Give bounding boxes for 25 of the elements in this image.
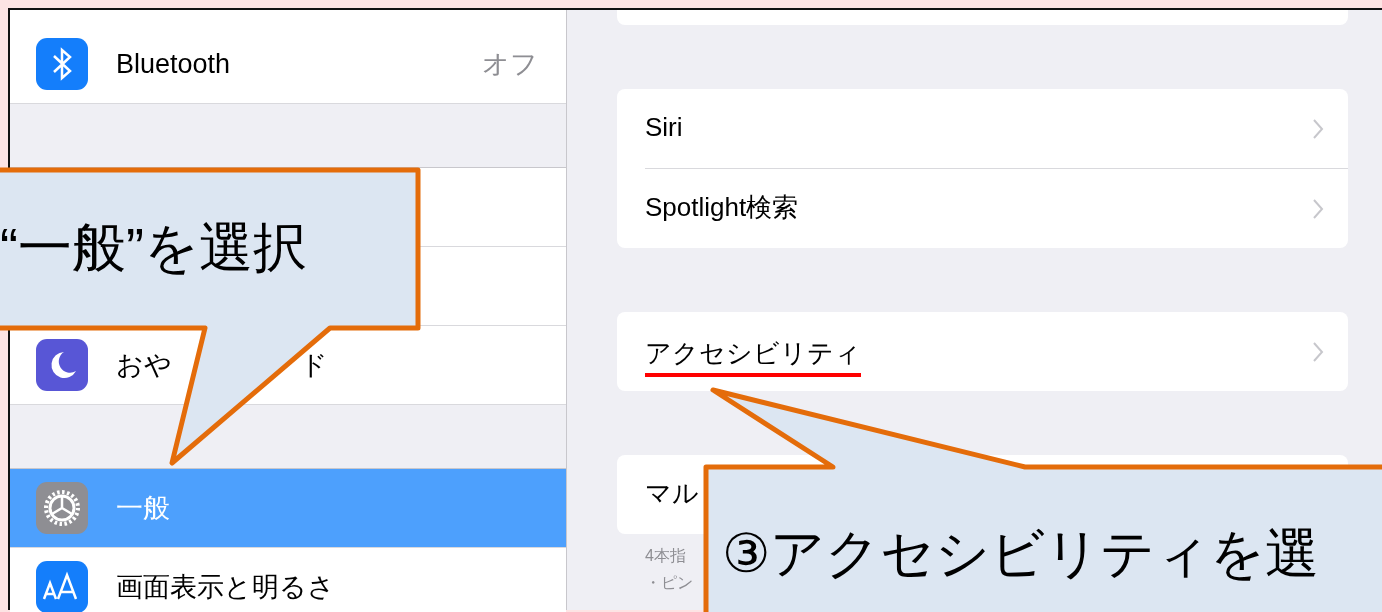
text-size-icon (36, 561, 88, 612)
row-value: オフ (482, 48, 538, 81)
chevron-icon (1312, 117, 1324, 140)
chevron-icon (1312, 197, 1324, 220)
bluetooth-icon (36, 38, 88, 90)
settings-row[interactable]: Spotlight検索 (645, 169, 1348, 248)
row-label: アクセシビリティ (645, 336, 861, 377)
footer-text: ・ピン (645, 573, 693, 593)
row-label: ド (300, 349, 328, 382)
settings-row[interactable]: Bluetooth オフ (10, 25, 566, 104)
row-label: Siri (645, 112, 683, 144)
gear-icon (36, 482, 88, 534)
row-label: マル (645, 477, 699, 510)
settings-row[interactable]: 画面表示と明るさ (10, 548, 566, 612)
footer-text: 4本指 (645, 546, 686, 566)
settings-row[interactable]: Siri (645, 89, 1348, 169)
row-label: 一般 (116, 492, 170, 525)
row-label: 画面表示と明るさ (116, 571, 335, 604)
row-label: おや (116, 349, 172, 382)
chevron-icon (1312, 340, 1324, 363)
row-label: Spotlight検索 (645, 191, 799, 224)
moon-icon (36, 339, 88, 391)
row-label: Bluetooth (116, 48, 231, 80)
callout-text: ③アクセシビリティを選 (722, 522, 1320, 585)
callout-text: “一般”を選択 (0, 216, 307, 279)
